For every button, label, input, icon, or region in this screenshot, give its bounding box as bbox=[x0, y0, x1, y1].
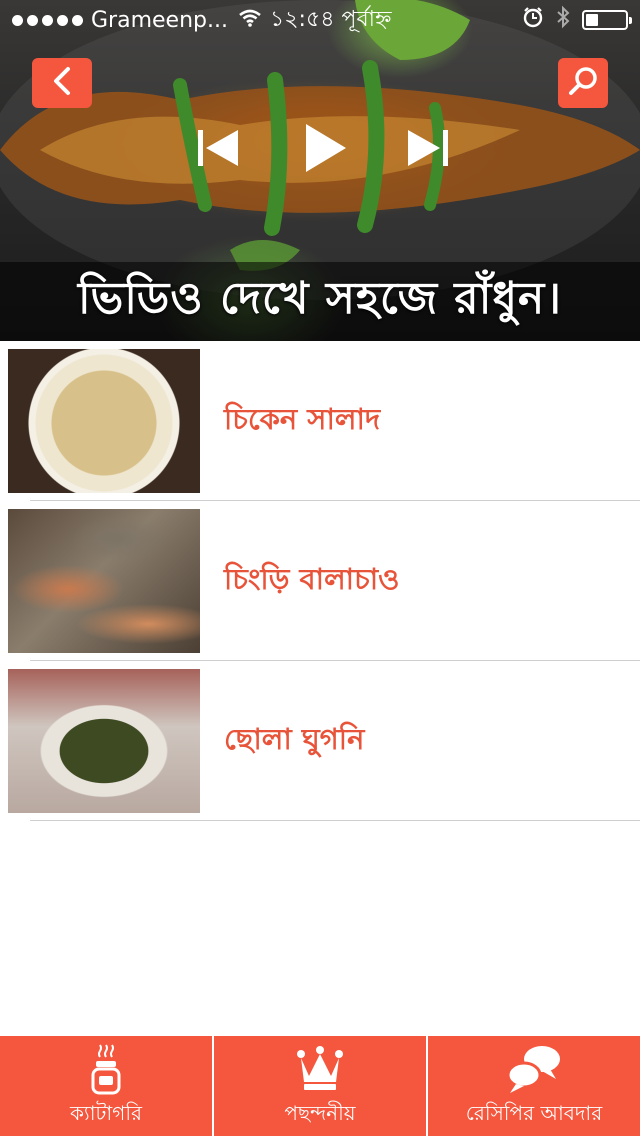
play-icon bbox=[302, 122, 348, 178]
recipe-title: চিকেন সালাদ bbox=[224, 401, 381, 436]
recipe-title: ছোলা ঘুগনি bbox=[224, 721, 365, 756]
hero-banner: Grameenp... ১২:৫৪ পূর্বাহ্ন ভিডিও দেখে স… bbox=[0, 0, 640, 341]
jar-icon bbox=[89, 1041, 123, 1097]
wifi-icon bbox=[238, 8, 262, 33]
recipe-thumbnail bbox=[8, 349, 200, 493]
recipe-title: চিংড়ি বালাচাও bbox=[224, 561, 400, 596]
next-button[interactable] bbox=[406, 122, 450, 178]
play-button[interactable] bbox=[300, 122, 350, 178]
recipe-thumbnail bbox=[8, 509, 200, 653]
signal-strength-icon bbox=[12, 14, 83, 26]
back-button[interactable] bbox=[32, 58, 92, 108]
battery-icon bbox=[582, 10, 632, 30]
search-button[interactable] bbox=[558, 58, 608, 108]
tab-recipe-request[interactable]: রেসিপির আবদার bbox=[428, 1036, 640, 1136]
tab-favorites[interactable]: পছন্দনীয় bbox=[214, 1036, 426, 1136]
chevron-left-icon bbox=[50, 66, 74, 100]
previous-icon bbox=[196, 128, 240, 172]
recipe-list: চিকেন সালাদ চিংড়ি বালাচাও ছোলা ঘুগনি bbox=[0, 341, 640, 821]
next-icon bbox=[406, 128, 450, 172]
tab-label: রেসিপির আবদার bbox=[465, 1100, 603, 1125]
alarm-icon bbox=[522, 6, 544, 34]
carrier-name: Grameenp... bbox=[91, 7, 228, 33]
search-icon bbox=[567, 65, 599, 101]
tab-label: ক্যাটাগরি bbox=[69, 1100, 143, 1125]
recipe-thumbnail bbox=[8, 669, 200, 813]
list-item[interactable]: চিংড়ি বালাচাও bbox=[0, 501, 640, 661]
tab-category[interactable]: ক্যাটাগরি bbox=[0, 1036, 212, 1136]
status-bar: Grameenp... ১২:৫৪ পূর্বাহ্ন bbox=[0, 0, 640, 40]
tab-label: পছন্দনীয় bbox=[284, 1100, 356, 1125]
divider bbox=[30, 820, 640, 821]
list-item[interactable]: চিকেন সালাদ bbox=[0, 341, 640, 501]
bottom-tab-bar: ক্যাটাগরি পছন্দনীয় রেসিপির আবদার bbox=[0, 1036, 640, 1136]
app-root: Grameenp... ১২:৫৪ পূর্বাহ্ন ভিডিও দেখে স… bbox=[0, 0, 640, 1136]
bluetooth-icon bbox=[556, 5, 570, 35]
status-time: ১২:৫৪ পূর্বাহ্ন bbox=[269, 6, 392, 32]
banner-caption: ভিডিও দেখে সহজে রাঁধুন। bbox=[0, 262, 640, 341]
previous-button[interactable] bbox=[196, 122, 240, 178]
crown-icon bbox=[296, 1041, 344, 1097]
list-item[interactable]: ছোলা ঘুগনি bbox=[0, 661, 640, 821]
chat-bubbles-icon bbox=[506, 1041, 562, 1097]
media-controls bbox=[0, 122, 640, 178]
